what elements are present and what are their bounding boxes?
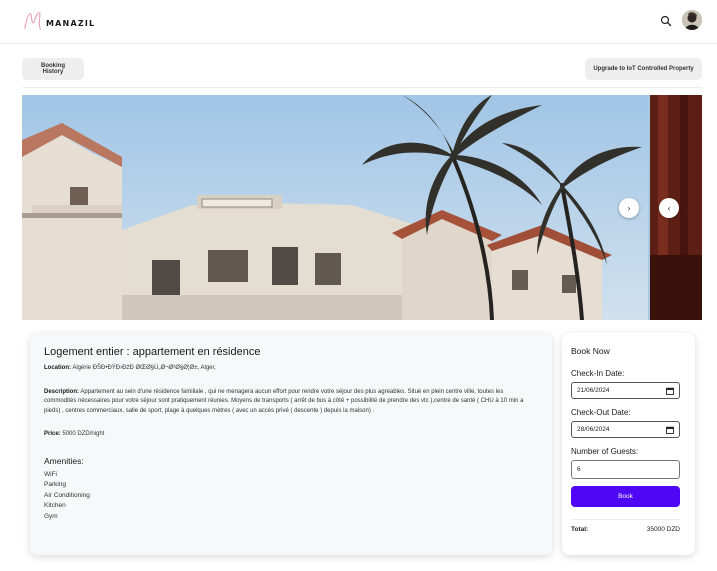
description-label: Description: (44, 388, 80, 395)
divider (22, 87, 702, 88)
amenities-title: Amenities: (44, 455, 84, 466)
listing-title: Logement entier : appartement en résiden… (44, 346, 261, 358)
listing-details-card: Logement entier : appartement en résiden… (30, 333, 552, 555)
avatar-image (682, 10, 702, 30)
top-navbar: MANAZIL (0, 0, 717, 44)
description-value: Appartement au sein d'une résidence fami… (44, 388, 524, 414)
manazil-logo-icon (24, 12, 41, 30)
amenity-item: Kitchen (44, 502, 66, 509)
listing-price: Price: 5000 DZD/night (44, 430, 538, 440)
checkin-label: Check-In Date: (571, 369, 625, 378)
location-value: Algérie ÐŠÐ•ÐŸÐ›ÐžÐ ØŒØ§Ù„Ø¬Ø²Ø§Ø¦Ø±, Al… (72, 365, 216, 371)
location-label: Location: (44, 365, 71, 371)
price-label: Price: (44, 431, 61, 437)
amenity-item: Air Conditioning (44, 491, 90, 499)
checkout-date-input[interactable]: 28/06/2024 (571, 421, 680, 438)
amenity-item: WiFi (44, 470, 57, 478)
brand-logo[interactable]: MANAZIL (22, 10, 95, 32)
brand-name: MANAZIL (46, 18, 96, 28)
total-label: Total: (571, 526, 589, 533)
calendar-icon[interactable] (666, 387, 674, 395)
chevron-left-icon: ‹ (667, 203, 671, 213)
booking-title: Book Now (571, 346, 610, 356)
upgrade-iot-button[interactable]: Upgrade to IoT Controlled Property (585, 58, 702, 80)
property-photo (22, 95, 648, 320)
amenities-list: WiFi Parking Air Conditioning Kitchen Gy… (44, 470, 538, 523)
calendar-icon[interactable] (666, 426, 674, 434)
checkout-date-value: 28/06/2024 (577, 426, 610, 433)
booking-card: Book Now Check-In Date: 21/06/2024 Check… (562, 333, 695, 555)
booking-history-button[interactable]: Booking History (22, 58, 84, 80)
listing-description: Description: Appartement au sein d'une r… (44, 388, 534, 417)
carousel-prev-button[interactable]: ‹ (659, 198, 679, 218)
carousel-next-button[interactable]: › (619, 198, 639, 218)
guests-value: 6 (577, 466, 581, 473)
guests-label: Number of Guests: (571, 447, 639, 456)
amenity-item: Parking (44, 481, 67, 488)
listing-location: Location: Algérie ÐŠÐ•ÐŸÐ›ÐžÐ ØŒØ§Ù„Ø¬Ø²… (44, 364, 538, 374)
user-avatar[interactable] (682, 10, 702, 30)
total-value: 35000 DZD (646, 526, 680, 533)
total-row: Total: 35000 DZD (571, 519, 680, 533)
checkout-label: Check-Out Date: (571, 408, 631, 417)
checkin-date-input[interactable]: 21/06/2024 (571, 382, 680, 399)
guests-input[interactable]: 6 (571, 460, 680, 479)
amenity-item: Gym (44, 512, 58, 520)
price-value: 5000 DZD/night (62, 431, 105, 437)
image-carousel[interactable]: › ‹ (22, 95, 702, 320)
search-icon[interactable] (660, 15, 672, 27)
book-button[interactable]: Book (571, 486, 680, 507)
chevron-right-icon: › (627, 203, 631, 213)
checkin-date-value: 21/06/2024 (577, 387, 610, 394)
